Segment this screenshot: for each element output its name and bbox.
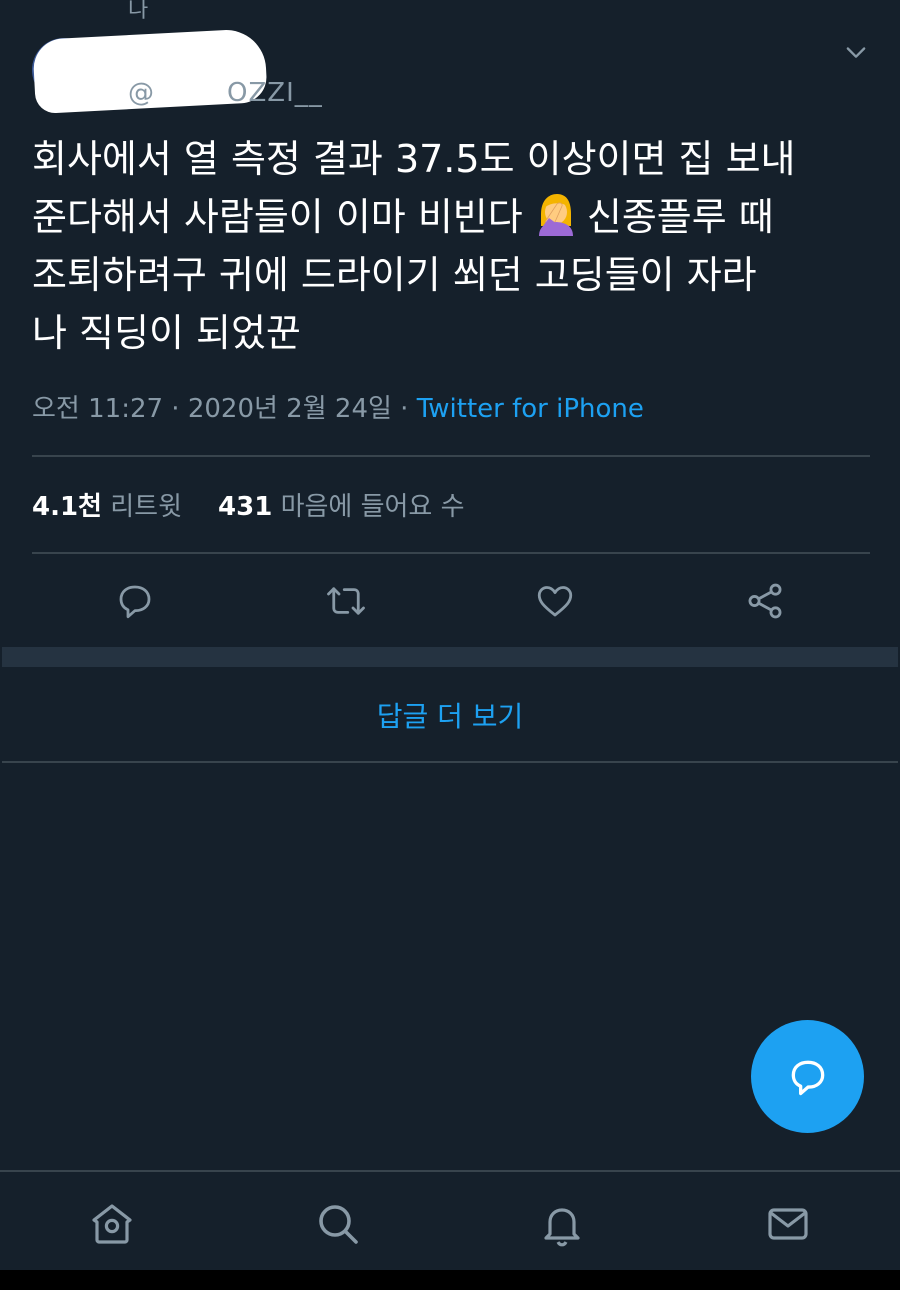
tweet-meta: 오전 11:27 · 2020년 2월 24일 · Twitter for iP… — [32, 388, 644, 425]
tweet-line-2b: 신종플루 때 — [574, 195, 774, 239]
tweet-line-1: 회사에서 열 측정 결과 37.5도 이상이면 집 보내 — [32, 137, 796, 181]
tweet-detail-screen: 나 @ OZZI__ 회사에서 열 측정 결과 37.5도 이상이면 집 보내 준… — [0, 0, 900, 1290]
retweet-label: 리트윗 — [110, 492, 183, 522]
divider — [2, 761, 898, 763]
retweet-count: 4.1천 — [32, 492, 102, 522]
reply-icon[interactable] — [114, 580, 156, 622]
tweet-line-4: 나 직딩이 되었꾼 — [32, 311, 301, 355]
handle-suffix: OZZI__ — [227, 78, 323, 108]
search-icon[interactable] — [314, 1200, 362, 1248]
like-stat[interactable]: 431 마음에 들어요 수 — [218, 492, 465, 522]
bell-icon[interactable] — [538, 1200, 586, 1248]
tweet-line-3: 조퇴하려구 귀에 드라이기 쐬던 고딩들이 자라 — [32, 253, 757, 297]
author-handle[interactable]: @ OZZI__ — [128, 78, 323, 108]
more-replies-button[interactable]: 답글 더 보기 — [0, 668, 900, 762]
bottom-navigation — [0, 1170, 900, 1272]
face-palm-emoji-icon — [535, 192, 575, 236]
share-icon[interactable] — [744, 580, 786, 622]
tweet-text: 회사에서 열 측정 결과 37.5도 이상이면 집 보내 준다해서 사람들이 이… — [32, 130, 872, 362]
system-navigation-bar — [0, 1270, 900, 1290]
retweet-icon[interactable] — [325, 580, 367, 622]
like-label: 마음에 들어요 수 — [280, 492, 465, 522]
compose-reply-button[interactable] — [751, 1020, 864, 1133]
heart-icon[interactable] — [534, 580, 576, 622]
compose-reply-icon — [791, 1060, 824, 1095]
tweet-stats: 4.1천 리트윗 431 마음에 들어요 수 — [32, 486, 465, 523]
tweet-source-link[interactable]: Twitter for iPhone — [417, 394, 644, 424]
divider — [32, 455, 870, 457]
tweet-line-2a: 준다해서 사람들이 이마 비빈다 — [32, 195, 523, 239]
like-count: 431 — [218, 492, 273, 522]
handle-at: @ — [128, 78, 155, 108]
divider — [32, 552, 870, 554]
chevron-down-icon[interactable] — [842, 38, 870, 66]
meta-separator: · — [391, 394, 417, 424]
previous-tweet-fragment: 나 — [128, 0, 149, 23]
retweet-stat[interactable]: 4.1천 리트윗 — [32, 492, 182, 522]
mail-icon[interactable] — [764, 1200, 812, 1248]
section-separator — [2, 647, 898, 667]
home-icon[interactable] — [88, 1200, 136, 1248]
tweet-datetime: 오전 11:27 · 2020년 2월 24일 — [32, 394, 392, 424]
